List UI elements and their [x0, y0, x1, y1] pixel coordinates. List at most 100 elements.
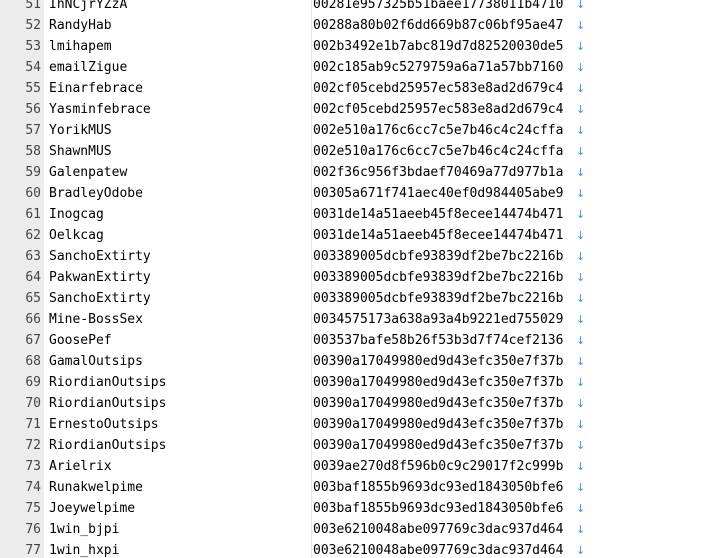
username-text[interactable]: Oelkcag — [49, 225, 104, 246]
hash-text[interactable]: 0034575173a638a93a4b9221ed755029 — [313, 309, 563, 330]
editor-line[interactable]: 63 SanchoExtirty 003389005dcbfe93839df2be7… — [0, 246, 717, 267]
editor-line[interactable]: 58 ShawnMUS 002e510a176c6cc7c5e7b46c4c24cf… — [0, 141, 717, 162]
editor-line[interactable]: 54 emailZigue 002c185ab9c5279759a6a71a57bb… — [0, 57, 717, 78]
editor-line[interactable]: 53 lmihapem 002b3492e1b7abc819d7d82520030d… — [0, 36, 717, 57]
text-editor[interactable]: 51 IhNCjrYZzA 00281e957325b51baee17738011b… — [0, 0, 717, 558]
username-text[interactable]: 1win_hxpi — [49, 540, 119, 558]
editor-line[interactable]: 52 RandyHab 00288a80b02f6dd669b87c06bf95ae… — [0, 15, 717, 36]
line-end-arrow-icon: ↓ — [576, 439, 586, 452]
username-text[interactable]: Einarfebrace — [49, 78, 143, 99]
hash-text[interactable]: 00390a17049980ed9d43efc350e7f37b — [313, 351, 563, 372]
hash-text[interactable]: 00390a17049980ed9d43efc350e7f37b — [313, 414, 563, 435]
username-text[interactable]: lmihapem — [49, 36, 112, 57]
username-text[interactable]: Galenpatew — [49, 162, 127, 183]
username-text[interactable]: SanchoExtirty — [49, 246, 151, 267]
hash-text[interactable]: 00390a17049980ed9d43efc350e7f37b — [313, 435, 563, 456]
editor-line[interactable]: 66 Mine-BossSex 0034575173a638a93a4b9221ed… — [0, 309, 717, 330]
username-text[interactable]: RandyHab — [49, 15, 112, 36]
hash-text[interactable]: 002e510a176c6cc7c5e7b46c4c24cffa — [313, 141, 563, 162]
editor-line[interactable]: 61 Inogcag 0031de14a51aeeb45f8ecee14474b47… — [0, 204, 717, 225]
hash-text[interactable]: 0039ae270d8f596b0c9c29017f2c999b — [313, 456, 563, 477]
username-text[interactable]: RiordianOutsips — [49, 393, 166, 414]
editor-lines[interactable]: 51 IhNCjrYZzA 00281e957325b51baee17738011b… — [0, 0, 717, 558]
line-number: 66 — [25, 312, 41, 327]
hash-text[interactable]: 003e6210048abe097769c3dac937d464 — [313, 519, 563, 540]
editor-line[interactable]: 59 Galenpatew 002f36c956f3bdaef70469a77d97… — [0, 162, 717, 183]
editor-line[interactable]: 64 PakwanExtirty 003389005dcbfe93839df2be7… — [0, 267, 717, 288]
username-text[interactable]: GoosePef — [49, 330, 112, 351]
editor-line[interactable]: 51 IhNCjrYZzA 00281e957325b51baee17738011b… — [0, 0, 717, 15]
editor-line[interactable]: 55 Einarfebrace 002cf05cebd25957ec583e8ad2… — [0, 78, 717, 99]
hash-text[interactable]: 00305a671f741aec40ef0d984405abe9 — [313, 183, 563, 204]
editor-line[interactable]: 77 1win_hxpi 003e6210048abe097769c3dac937d… — [0, 540, 717, 558]
line-end-arrow-icon: ↓ — [576, 61, 586, 74]
editor-line[interactable]: 71 ErnestoOutsips 00390a17049980ed9d43efc3… — [0, 414, 717, 435]
line-end-arrow-icon: ↓ — [576, 502, 586, 515]
line-number: 57 — [25, 123, 41, 138]
username-text[interactable]: SanchoExtirty — [49, 288, 151, 309]
line-number: 62 — [25, 228, 41, 243]
hash-text[interactable]: 00288a80b02f6dd669b87c06bf95ae47 — [313, 15, 563, 36]
hash-text[interactable]: 002cf05cebd25957ec583e8ad2d679c4 — [313, 99, 563, 120]
editor-line[interactable]: 65 SanchoExtirty 003389005dcbfe93839df2be7… — [0, 288, 717, 309]
editor-line[interactable]: 60 BradleyOdobe 00305a671f741aec40ef0d9844… — [0, 183, 717, 204]
username-text[interactable]: GamalOutsips — [49, 351, 143, 372]
editor-line[interactable]: 76 1win_bjpi 003e6210048abe097769c3dac937d… — [0, 519, 717, 540]
line-number: 55 — [25, 81, 41, 96]
username-text[interactable]: Runakwelpime — [49, 477, 143, 498]
username-text[interactable]: emailZigue — [49, 57, 127, 78]
editor-line[interactable]: 74 Runakwelpime 003baf1855b9693dc93ed18430… — [0, 477, 717, 498]
username-text[interactable]: 1win_bjpi — [49, 519, 119, 540]
username-text[interactable]: Yasminfebrace — [49, 99, 151, 120]
hash-text[interactable]: 002e510a176c6cc7c5e7b46c4c24cffa — [313, 120, 563, 141]
editor-line[interactable]: 67 GoosePef 003537bafe58b26f53b3d7f74cef21… — [0, 330, 717, 351]
username-text[interactable]: YorikMUS — [49, 120, 112, 141]
editor-line[interactable]: 73 Arielrix 0039ae270d8f596b0c9c29017f2c99… — [0, 456, 717, 477]
line-number: 67 — [25, 333, 41, 348]
editor-line[interactable]: 57 YorikMUS 002e510a176c6cc7c5e7b46c4c24cf… — [0, 120, 717, 141]
username-text[interactable]: Inogcag — [49, 204, 104, 225]
hash-text[interactable]: 003389005dcbfe93839df2be7bc2216b — [313, 288, 563, 309]
username-text[interactable]: RiordianOutsips — [49, 372, 166, 393]
editor-line[interactable]: 69 RiordianOutsips 00390a17049980ed9d43efc… — [0, 372, 717, 393]
editor-line[interactable]: 68 GamalOutsips 00390a17049980ed9d43efc350… — [0, 351, 717, 372]
line-number: 73 — [25, 459, 41, 474]
editor-line[interactable]: 56 Yasminfebrace 002cf05cebd25957ec583e8ad… — [0, 99, 717, 120]
line-number: 72 — [25, 438, 41, 453]
hash-text[interactable]: 003537bafe58b26f53b3d7f74cef2136 — [313, 330, 563, 351]
hash-text[interactable]: 00390a17049980ed9d43efc350e7f37b — [313, 372, 563, 393]
hash-text[interactable]: 00390a17049980ed9d43efc350e7f37b — [313, 393, 563, 414]
hash-text[interactable]: 002c185ab9c5279759a6a71a57bb7160 — [313, 57, 563, 78]
username-text[interactable]: Joeywelpime — [49, 498, 135, 519]
editor-line[interactable]: 62 Oelkcag 0031de14a51aeeb45f8ecee14474b47… — [0, 225, 717, 246]
line-number: 60 — [25, 186, 41, 201]
username-text[interactable]: Arielrix — [49, 456, 112, 477]
hash-text[interactable]: 0031de14a51aeeb45f8ecee14474b471 — [313, 225, 563, 246]
username-text[interactable]: RiordianOutsips — [49, 435, 166, 456]
editor-line[interactable]: 70 RiordianOutsips 00390a17049980ed9d43efc… — [0, 393, 717, 414]
username-text[interactable]: BradleyOdobe — [49, 183, 143, 204]
line-end-arrow-icon: ↓ — [576, 334, 586, 347]
hash-text[interactable]: 002f36c956f3bdaef70469a77d977b1a — [313, 162, 563, 183]
hash-text[interactable]: 003e6210048abe097769c3dac937d464 — [313, 540, 563, 558]
line-end-arrow-icon: ↓ — [576, 481, 586, 494]
hash-text[interactable]: 002b3492e1b7abc819d7d82520030de5 — [313, 36, 563, 57]
hash-text[interactable]: 0031de14a51aeeb45f8ecee14474b471 — [313, 204, 563, 225]
username-text[interactable]: ErnestoOutsips — [49, 414, 159, 435]
hash-text[interactable]: 003389005dcbfe93839df2be7bc2216b — [313, 246, 563, 267]
username-text[interactable]: PakwanExtirty — [49, 267, 151, 288]
hash-text[interactable]: 003baf1855b9693dc93ed1843050bfe6 — [313, 477, 563, 498]
hash-text[interactable]: 00281e957325b51baee17738011b4710 — [313, 0, 563, 15]
hash-text[interactable]: 003389005dcbfe93839df2be7bc2216b — [313, 267, 563, 288]
username-text[interactable]: Mine-BossSex — [49, 309, 143, 330]
line-end-arrow-icon: ↓ — [576, 19, 586, 32]
username-text[interactable]: ShawnMUS — [49, 141, 112, 162]
line-number: 74 — [25, 480, 41, 495]
line-end-arrow-icon: ↓ — [576, 145, 586, 158]
hash-text[interactable]: 002cf05cebd25957ec583e8ad2d679c4 — [313, 78, 563, 99]
username-text[interactable]: IhNCjrYZzA — [49, 0, 127, 15]
editor-line[interactable]: 72 RiordianOutsips 00390a17049980ed9d43efc… — [0, 435, 717, 456]
hash-text[interactable]: 003baf1855b9693dc93ed1843050bfe6 — [313, 498, 563, 519]
editor-line[interactable]: 75 Joeywelpime 003baf1855b9693dc93ed184305… — [0, 498, 717, 519]
line-number: 53 — [25, 39, 41, 54]
